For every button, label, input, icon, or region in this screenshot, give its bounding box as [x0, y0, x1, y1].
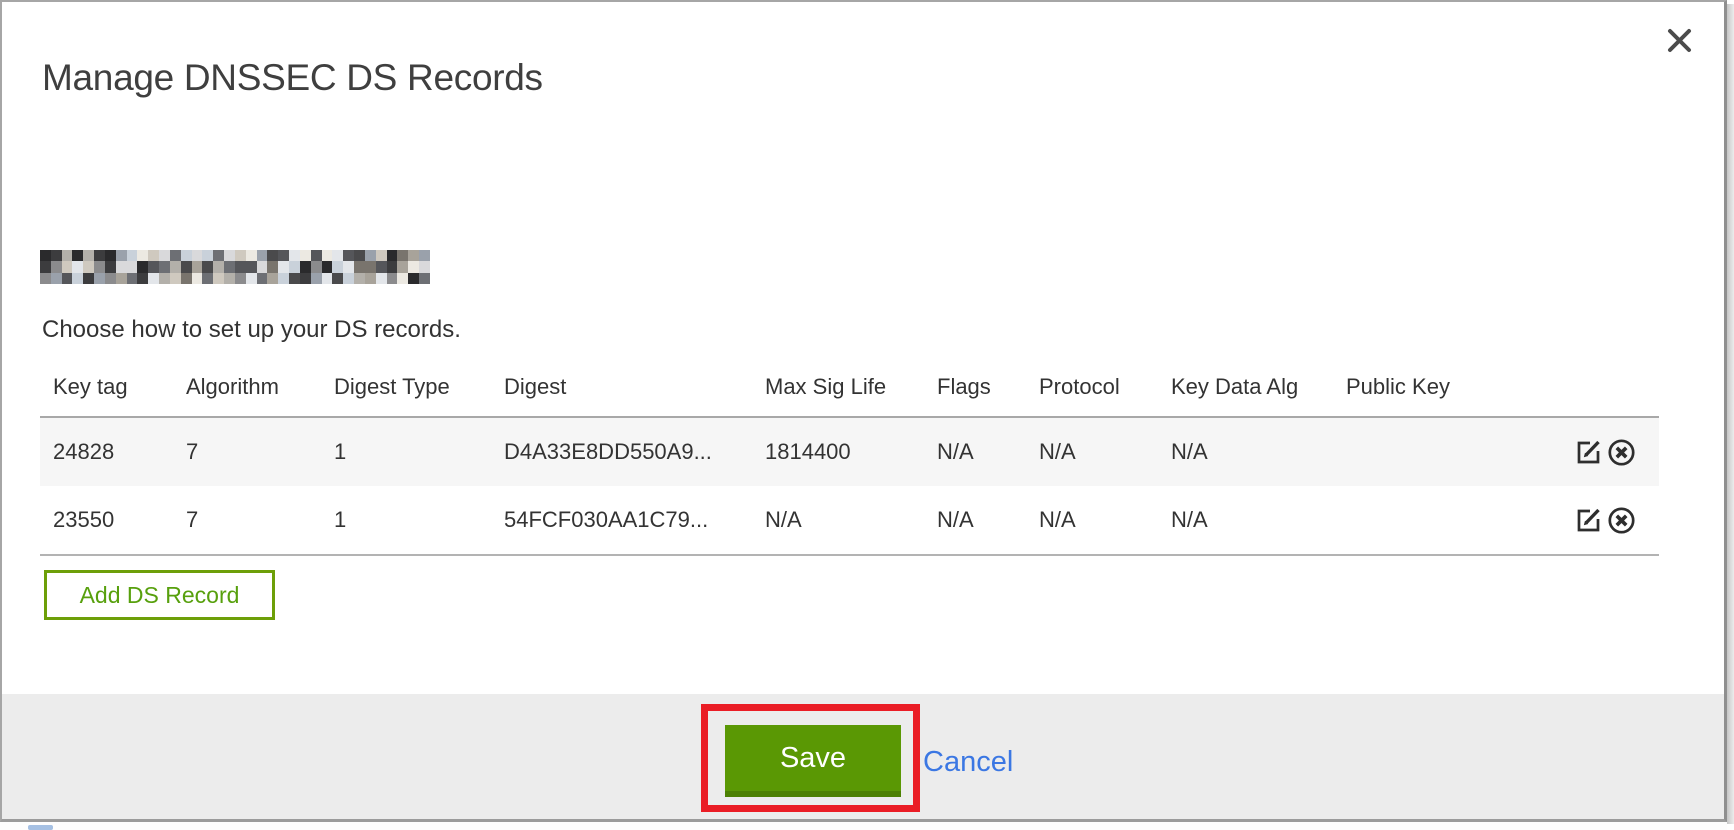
delete-record-icon[interactable] — [1606, 437, 1637, 468]
row-actions — [1573, 505, 1659, 536]
ds-records-rows: 24828 7 1 D4A33E8DD550A9... 1814400 N/A … — [40, 416, 1659, 556]
cell-protocol: N/A — [1039, 439, 1171, 465]
column-header-digest-type: Digest Type — [334, 374, 504, 400]
add-ds-record-button[interactable]: Add DS Record — [44, 570, 275, 620]
dnssec-ds-records-dialog: Manage DNSSEC DS Records Choose how to s… — [0, 0, 1734, 830]
close-button[interactable] — [1656, 20, 1702, 66]
page-title: Manage DNSSEC DS Records — [42, 57, 543, 99]
table-row: 23550 7 1 54FCF030AA1C79... N/A N/A N/A … — [40, 486, 1659, 556]
cell-max-sig-life: 1814400 — [765, 439, 937, 465]
column-header-digest: Digest — [504, 374, 765, 400]
edit-record-icon[interactable] — [1573, 437, 1604, 468]
cell-digest-type: 1 — [334, 507, 504, 533]
cell-max-sig-life: N/A — [765, 507, 937, 533]
dialog-window: Manage DNSSEC DS Records Choose how to s… — [0, 0, 1727, 822]
cell-flags: N/A — [937, 439, 1039, 465]
delete-record-icon[interactable] — [1606, 505, 1637, 536]
column-header-key-data-alg: Key Data Alg — [1171, 374, 1346, 400]
cell-digest-type: 1 — [334, 439, 504, 465]
cell-flags: N/A — [937, 507, 1039, 533]
column-header-max-sig-life: Max Sig Life — [765, 374, 937, 400]
cancel-link[interactable]: Cancel — [923, 746, 1013, 779]
cell-key-tag: 24828 — [53, 439, 186, 465]
column-header-algorithm: Algorithm — [186, 374, 334, 400]
modal-drop-shadow — [1727, 4, 1734, 824]
cell-algorithm: 7 — [186, 507, 334, 533]
column-header-flags: Flags — [937, 374, 1039, 400]
cell-key-tag: 23550 — [53, 507, 186, 533]
cell-key-data-alg: N/A — [1171, 507, 1346, 533]
redacted-domain-name — [40, 250, 430, 284]
column-header-protocol: Protocol — [1039, 374, 1171, 400]
table-header-row: Key tag Algorithm Digest Type Digest Max… — [40, 358, 1659, 416]
cell-digest: D4A33E8DD550A9... — [504, 439, 765, 465]
close-icon — [1666, 27, 1693, 59]
instruction-text: Choose how to set up your DS records. — [42, 316, 461, 344]
page-behind-modal — [0, 822, 1727, 830]
cell-digest: 54FCF030AA1C79... — [504, 507, 765, 533]
edit-record-icon[interactable] — [1573, 505, 1604, 536]
table-row: 24828 7 1 D4A33E8DD550A9... 1814400 N/A … — [40, 416, 1659, 486]
cell-protocol: N/A — [1039, 507, 1171, 533]
cell-algorithm: 7 — [186, 439, 334, 465]
column-header-public-key: Public Key — [1346, 374, 1573, 400]
column-header-key-tag: Key tag — [53, 374, 186, 400]
cell-key-data-alg: N/A — [1171, 439, 1346, 465]
ds-records-table: Key tag Algorithm Digest Type Digest Max… — [40, 358, 1659, 556]
background-page-peek — [28, 825, 53, 830]
save-button[interactable]: Save — [725, 725, 901, 797]
row-actions — [1573, 437, 1659, 468]
